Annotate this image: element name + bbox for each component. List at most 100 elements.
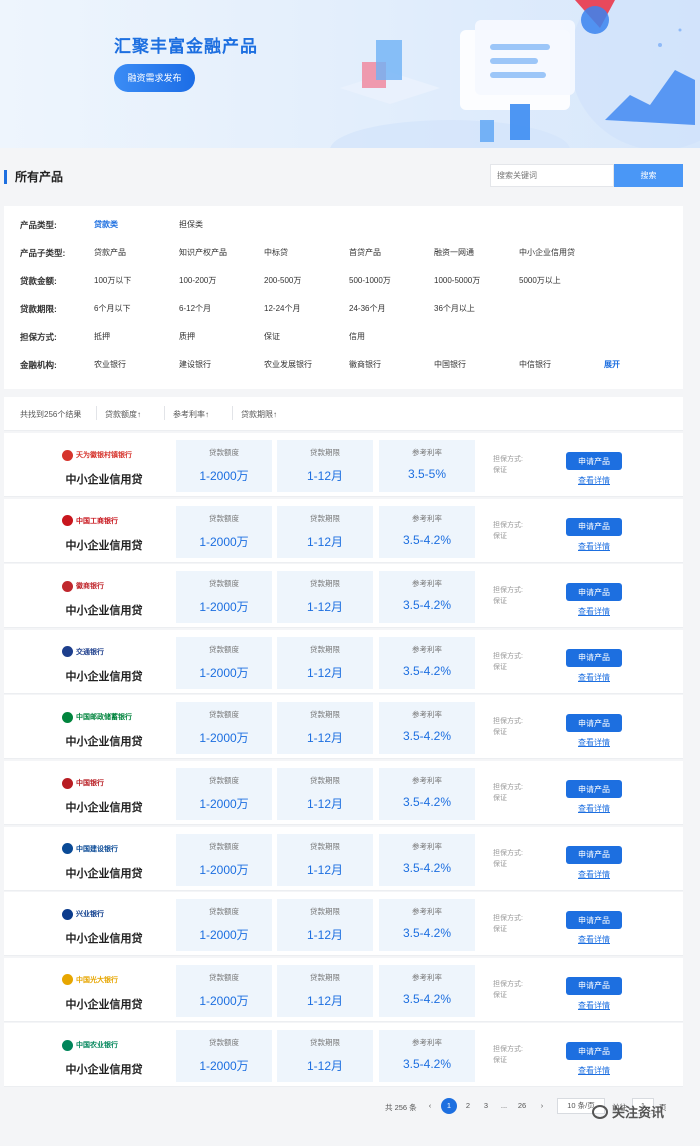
- filter-option[interactable]: 5000万以上: [519, 275, 561, 286]
- guarantee-value: 保证: [493, 598, 507, 606]
- filter-option[interactable]: 中信银行: [519, 359, 551, 370]
- filter-option[interactable]: 担保类: [179, 219, 203, 230]
- apply-product-button[interactable]: 申请产品: [566, 1042, 622, 1061]
- stat-label: 参考利率: [412, 972, 442, 982]
- filter-option[interactable]: 24-36个月: [349, 303, 385, 314]
- apply-product-button[interactable]: 申请产品: [566, 583, 622, 602]
- ccb-logo-icon: [62, 843, 73, 855]
- bank-name: 中国光大银行: [76, 976, 118, 984]
- stat-label: 参考利率: [412, 644, 442, 654]
- wechat-icon: [592, 1104, 608, 1119]
- filter-option[interactable]: 徽商银行: [349, 359, 381, 370]
- loan-amount-box: 贷款额度 1-2000万: [176, 505, 272, 558]
- apply-product-button[interactable]: 申请产品: [566, 911, 622, 930]
- stat-label: 参考利率: [412, 841, 442, 851]
- page-button[interactable]: 2: [460, 1098, 476, 1114]
- page-button[interactable]: 26: [514, 1098, 530, 1114]
- sort-by-term[interactable]: 贷款期限↑: [241, 409, 277, 420]
- filter-option[interactable]: 保证: [264, 331, 280, 342]
- page-button[interactable]: 1: [441, 1098, 457, 1114]
- view-details-link[interactable]: 查看详情: [566, 1000, 622, 1011]
- product-name: 中小企业信用贷: [65, 670, 143, 683]
- filter-option[interactable]: 贷款类: [94, 219, 118, 230]
- stat-value: 1-12月: [306, 1059, 344, 1074]
- page-ellipsis[interactable]: ...: [496, 1098, 512, 1114]
- filter-option[interactable]: 质押: [179, 331, 195, 342]
- loan-term-box: 贷款期限 1-12月: [277, 1030, 373, 1083]
- filter-option[interactable]: 农业银行: [94, 359, 126, 370]
- stat-value: 1-12月: [306, 797, 344, 811]
- filter-option[interactable]: 建设银行: [179, 359, 211, 370]
- filter-option[interactable]: 融资一网通: [434, 247, 474, 258]
- apply-product-button[interactable]: 申请产品: [566, 648, 622, 667]
- sort-by-rate[interactable]: 参考利率↑: [173, 409, 209, 420]
- view-details-link[interactable]: 查看详情: [566, 1065, 622, 1076]
- filter-option[interactable]: 抵押: [94, 331, 110, 342]
- filter-option[interactable]: 信用: [349, 331, 365, 342]
- view-details-link[interactable]: 查看详情: [566, 541, 622, 552]
- apply-product-button[interactable]: 申请产品: [566, 976, 622, 995]
- filter-option[interactable]: 中标贷: [264, 247, 288, 258]
- view-details-link[interactable]: 查看详情: [566, 475, 622, 486]
- product-name: 中小企业信用贷: [65, 539, 143, 552]
- view-details-link[interactable]: 查看详情: [566, 803, 622, 814]
- bank-name: 中国农业银行: [76, 1042, 118, 1050]
- search-button[interactable]: 搜索: [614, 164, 683, 187]
- view-details-link[interactable]: 查看详情: [566, 737, 622, 748]
- icbc-logo-icon: [62, 515, 73, 527]
- filter-option[interactable]: 首贷产品: [349, 247, 381, 258]
- filter-option[interactable]: 100-200万: [179, 275, 216, 286]
- view-details-link[interactable]: 查看详情: [566, 934, 622, 945]
- apply-product-button[interactable]: 申请产品: [566, 452, 622, 470]
- view-details-link[interactable]: 查看详情: [566, 869, 622, 880]
- stat-label: 参考利率: [412, 710, 442, 720]
- expand-link[interactable]: 展开: [604, 359, 620, 370]
- view-details-link[interactable]: 查看详情: [566, 606, 622, 617]
- publish-financing-demand-button[interactable]: 融资需求发布: [114, 64, 195, 92]
- apply-product-button[interactable]: 申请产品: [566, 780, 622, 798]
- guarantee-value: 保证: [493, 663, 507, 671]
- filter-option[interactable]: 知识产权产品: [179, 247, 227, 258]
- filter-option[interactable]: 6个月以下: [94, 303, 130, 314]
- stat-value: 3.5-4.2%: [402, 598, 452, 613]
- loan-amount-box: 贷款额度 1-2000万: [176, 571, 272, 624]
- apply-product-button[interactable]: 申请产品: [566, 845, 622, 864]
- filter-option[interactable]: 中国银行: [434, 359, 466, 370]
- stat-label: 贷款期限: [310, 513, 340, 523]
- filter-option[interactable]: 500-1000万: [349, 275, 391, 286]
- prev-page-icon[interactable]: ‹: [422, 1098, 438, 1114]
- filter-option[interactable]: 贷款产品: [94, 247, 126, 258]
- loan-term-box: 贷款期限 1-12月: [277, 964, 373, 1017]
- filter-option[interactable]: 6-12个月: [179, 303, 211, 314]
- search-input[interactable]: [490, 164, 614, 187]
- filter-option[interactable]: 农业发展银行: [264, 359, 312, 370]
- filter-row-sub-type: 产品子类型: 贷款产品 知识产权产品 中标贷 首贷产品 融资一网通 中小企业信用…: [4, 242, 683, 262]
- filter-option[interactable]: 12-24个月: [264, 303, 300, 314]
- product-name: 中小企业信用贷: [65, 802, 143, 814]
- view-details-link[interactable]: 查看详情: [566, 672, 622, 683]
- stat-label: 贷款额度: [209, 513, 239, 523]
- sort-by-amount[interactable]: 贷款额度↑: [105, 409, 141, 420]
- stat-label: 贷款额度: [209, 448, 239, 457]
- stat-value: 3.5-4.2%: [402, 663, 452, 678]
- total-count: 共 256 条: [385, 1103, 417, 1112]
- section-title: 所有产品: [4, 170, 63, 184]
- filter-option[interactable]: 36个月以上: [434, 303, 475, 314]
- stat-value: 1-2000万: [199, 665, 249, 680]
- loan-term-box: 贷款期限 1-12月: [277, 899, 373, 952]
- next-page-icon[interactable]: ›: [534, 1098, 550, 1114]
- loan-amount-box: 贷款额度 1-2000万: [176, 702, 272, 755]
- stat-value: 3.5-4.2%: [402, 1057, 452, 1072]
- filter-panel: 产品类型: 贷款类 担保类 产品子类型: 贷款产品 知识产权产品 中标贷 首贷产…: [4, 206, 683, 389]
- apply-product-button[interactable]: 申请产品: [566, 517, 622, 536]
- stat-value: 1-2000万: [199, 600, 249, 615]
- filter-option[interactable]: 100万以下: [94, 275, 131, 286]
- page-button[interactable]: 3: [478, 1098, 494, 1114]
- apply-product-button[interactable]: 申请产品: [566, 714, 622, 733]
- reference-rate-box: 参考利率 3.5-4.2%: [379, 768, 475, 820]
- filter-option[interactable]: 中小企业信用贷: [519, 247, 575, 258]
- product-name: 中小企业信用贷: [65, 998, 143, 1011]
- filter-option[interactable]: 200-500万: [264, 275, 301, 286]
- product-name: 中小企业信用贷: [65, 1064, 143, 1077]
- filter-option[interactable]: 1000-5000万: [434, 275, 480, 286]
